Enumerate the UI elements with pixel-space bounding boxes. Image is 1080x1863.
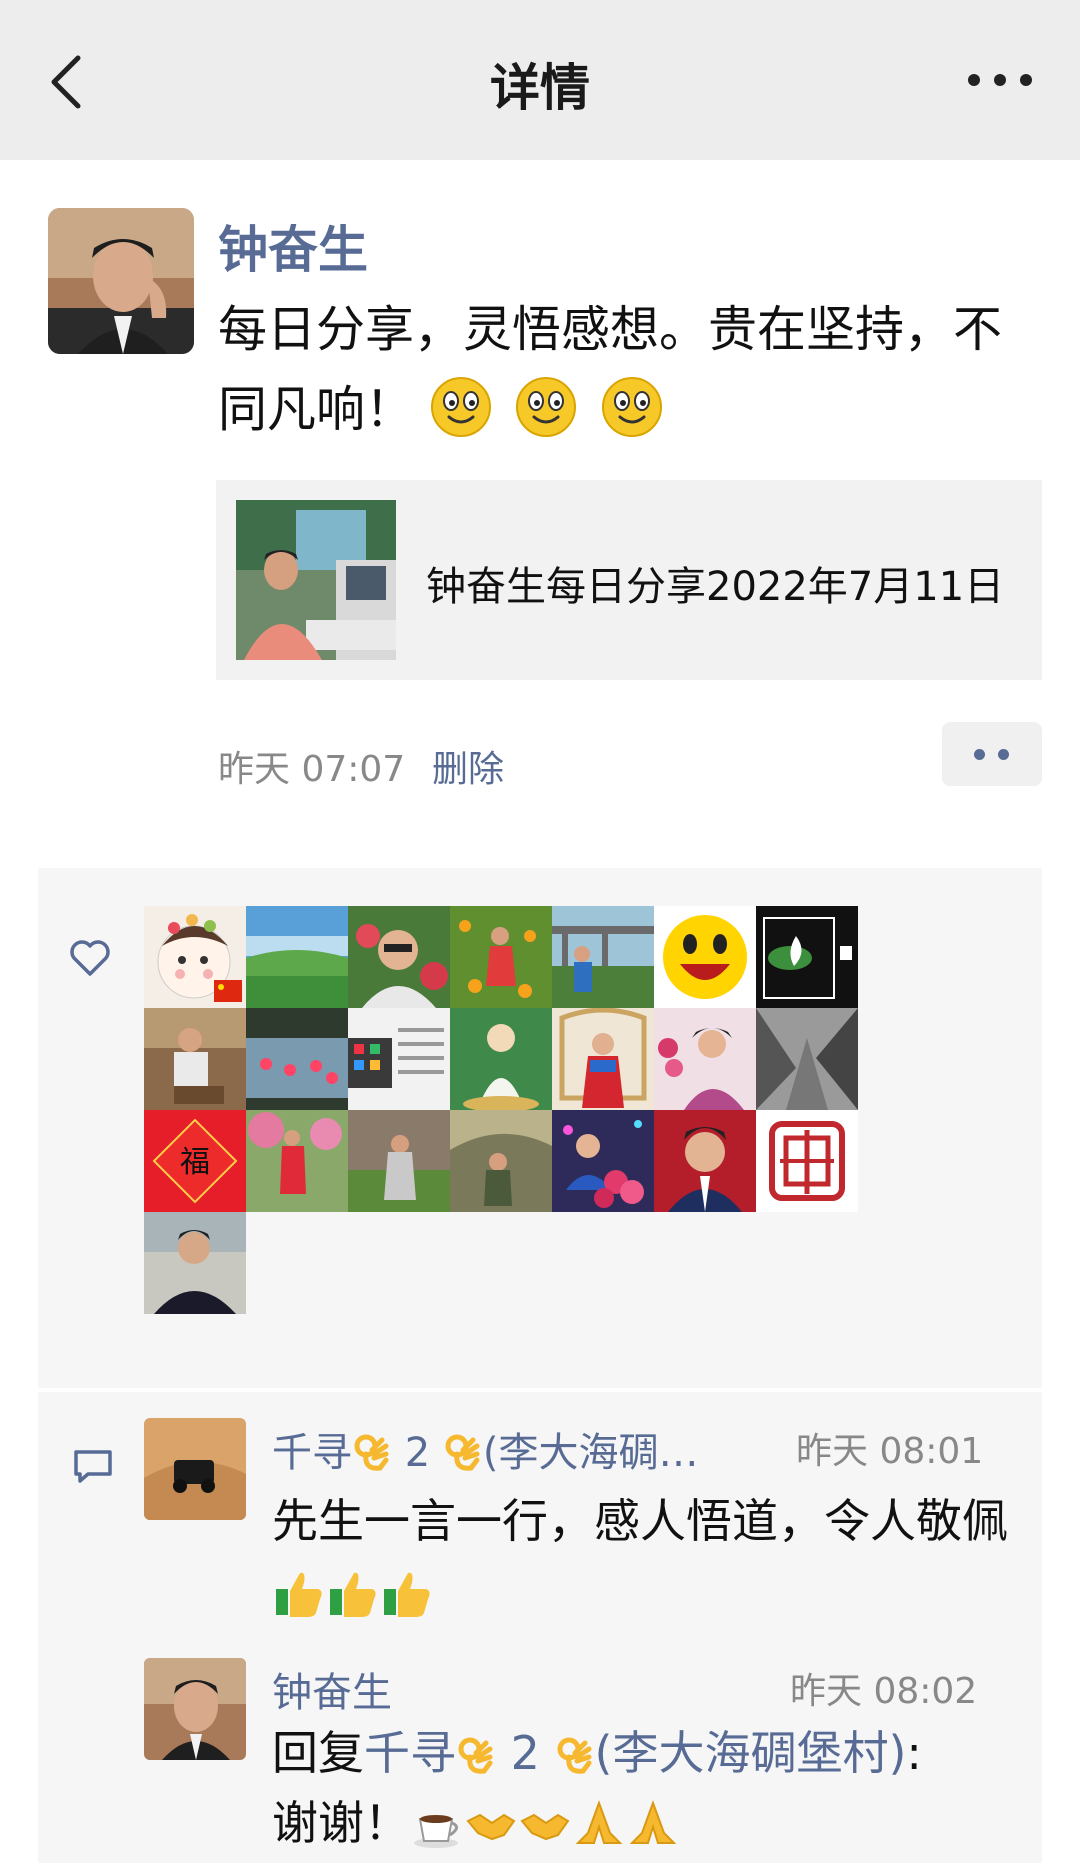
comment-icon — [74, 1450, 112, 1483]
liker-avatar[interactable] — [756, 1008, 858, 1110]
reply-colon: : — [906, 1726, 922, 1780]
post-text: 每日分享，灵悟感想。贵在坚持，不同凡响！ — [218, 290, 1048, 450]
comment-timestamp: 昨天 08:01 — [796, 1431, 984, 1472]
liker-avatar[interactable] — [450, 1008, 552, 1110]
delete-button[interactable]: 删除 — [432, 740, 504, 792]
reply-to-name[interactable]: 千寻 2 (李大海碉堡村) — [364, 1726, 906, 1780]
liker-avatar[interactable] — [450, 906, 552, 1008]
commenter-name[interactable]: 千寻 2 (李大海碉… — [272, 1420, 699, 1478]
liker-avatar[interactable] — [552, 906, 654, 1008]
comment-body: 先生一言一行，感人悟道，令人敬佩 — [272, 1494, 1008, 1548]
liker-avatar[interactable] — [348, 1110, 450, 1212]
liker-avatar[interactable] — [246, 1008, 348, 1110]
liker-avatar[interactable] — [552, 1008, 654, 1110]
reply-to-name-part: (李大海碉堡村) — [594, 1726, 907, 1780]
likes-panel: 福 — [38, 868, 1042, 1388]
commenter-avatar[interactable] — [144, 1658, 246, 1760]
comment-text[interactable]: 先生一言一行，感人悟道，令人敬佩 — [272, 1486, 1012, 1626]
comment-text[interactable]: 回复千寻 2 (李大海碉堡村): 谢谢！ — [272, 1718, 1052, 1858]
liker-avatar[interactable] — [144, 1212, 246, 1314]
link-title: 钟奋生每日分享2022年7月11日 — [426, 564, 1005, 610]
ok-hand-emoji-icon — [445, 1434, 480, 1471]
top-bar: 详情 — [0, 0, 1080, 160]
commenter-name-part: 2 — [392, 1430, 443, 1476]
reply-to-name-part: 千寻 — [364, 1726, 456, 1780]
ok-hand-emoji-icon — [458, 1737, 493, 1774]
link-thumbnail — [236, 500, 396, 660]
commenter-name[interactable]: 钟奋生 — [272, 1660, 392, 1718]
more-options-icon[interactable] — [960, 60, 1040, 100]
comments-panel: 千寻 2 (李大海碉… 昨天 08:01 先生一言一行，感人悟道，令人敬佩 钟奋… — [38, 1392, 1042, 1863]
reply-to-name-part: 2 — [496, 1726, 555, 1780]
liker-avatar[interactable] — [450, 1110, 552, 1212]
dot-icon — [998, 749, 1009, 760]
liker-avatar[interactable]: 福 — [144, 1110, 246, 1212]
liker-avatar[interactable] — [552, 1110, 654, 1212]
liker-avatar[interactable] — [246, 1110, 348, 1212]
liker-avatar[interactable] — [756, 1110, 858, 1212]
handshake-emoji-icon — [520, 1813, 570, 1841]
ok-hand-emoji-icon — [557, 1737, 592, 1774]
like-comment-menu-button[interactable] — [942, 722, 1042, 786]
ok-hand-emoji-icon — [354, 1434, 389, 1471]
liker-avatar[interactable] — [654, 906, 756, 1008]
shared-link-card[interactable]: 钟奋生每日分享2022年7月11日 — [216, 480, 1042, 680]
smile-emoji-icon — [601, 377, 662, 437]
commenter-name-part: (李大海碉… — [482, 1430, 699, 1476]
liker-avatar[interactable] — [348, 1008, 450, 1110]
comment-body: 谢谢！ — [272, 1796, 410, 1850]
reply-label: 回复 — [272, 1726, 364, 1780]
liker-avatar[interactable] — [348, 906, 450, 1008]
commenter-avatar[interactable] — [144, 1418, 246, 1520]
comment-timestamp: 昨天 08:02 — [790, 1671, 978, 1712]
dot-icon — [974, 749, 985, 760]
liker-avatar[interactable] — [144, 906, 246, 1008]
heart-icon — [70, 940, 110, 976]
post-author-name[interactable]: 钟奋生 — [218, 210, 368, 282]
handshake-emoji-icon — [466, 1813, 516, 1841]
thumbs-up-emoji-icon — [276, 1572, 322, 1617]
thumbs-up-emoji-icon — [330, 1572, 376, 1617]
pray-emoji-icon — [629, 1800, 677, 1844]
commenter-name-part: 千寻 — [272, 1430, 352, 1476]
liker-avatar[interactable] — [654, 1008, 756, 1110]
smile-emoji-icon — [430, 377, 491, 437]
liker-avatar[interactable] — [144, 1008, 246, 1110]
liker-avatar[interactable] — [246, 906, 348, 1008]
thumbs-up-emoji-icon — [384, 1572, 430, 1617]
author-avatar[interactable] — [48, 208, 194, 354]
smile-emoji-icon — [516, 377, 577, 437]
post-timestamp: 昨天 07:07 — [218, 749, 406, 790]
liker-avatar[interactable] — [756, 906, 858, 1008]
pray-emoji-icon — [575, 1800, 623, 1844]
page-title: 详情 — [490, 59, 590, 117]
svg-text:福: 福 — [180, 1145, 210, 1180]
coffee-emoji-icon — [414, 1815, 458, 1848]
liker-avatar[interactable] — [654, 1110, 756, 1212]
